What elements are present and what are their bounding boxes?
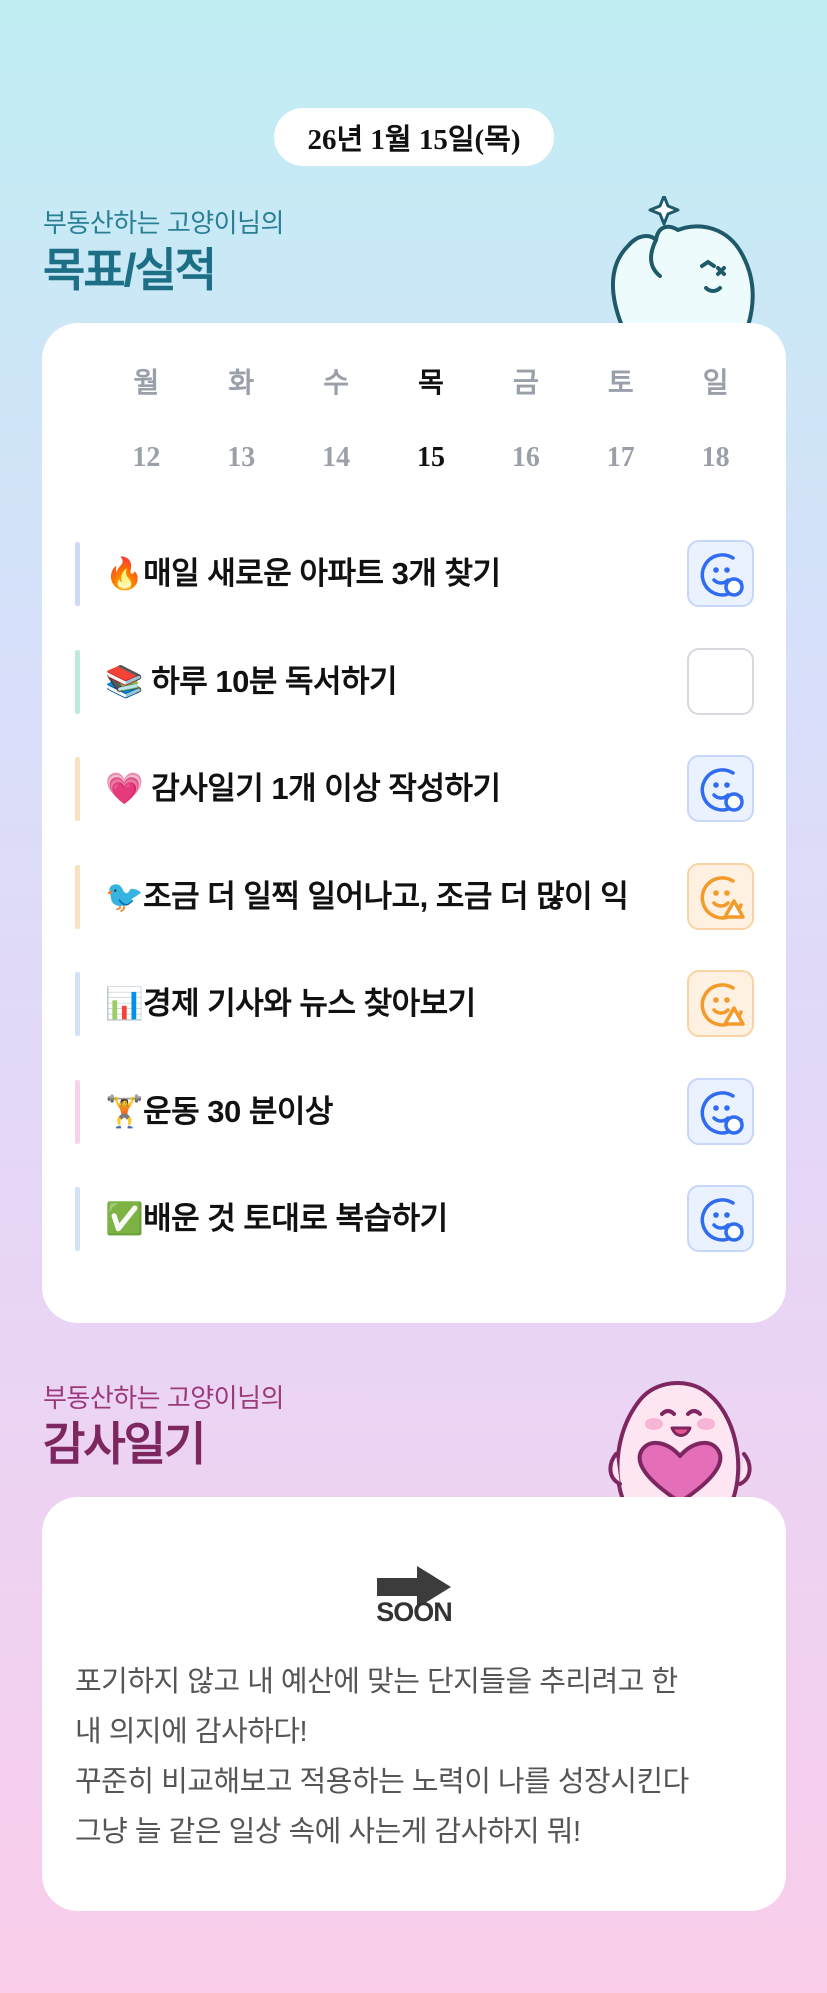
weekday-tue[interactable]: 화 [194, 363, 289, 405]
smile-face-check-icon [700, 1198, 744, 1242]
goal-item[interactable]: 🔥매일 새로운 아파트 3개 찾기 [75, 540, 755, 608]
goal-color-bar [75, 1079, 80, 1144]
goals-card: 월 화 수 목 금 토 일 12 13 14 15 16 17 18 🔥매일 새… [42, 323, 786, 1323]
diary-title: 감사일기 [43, 1418, 206, 1470]
weekday-thu[interactable]: 목 [384, 363, 479, 405]
goal-color-bar [75, 757, 80, 821]
goal-text: 📚 하루 10분 독서하기 [105, 663, 398, 699]
weekday-wed[interactable]: 수 [289, 363, 384, 405]
goals-title: 목표/실적 [43, 244, 217, 296]
goal-checkbox[interactable] [687, 862, 754, 930]
date-17[interactable]: 17 [573, 437, 668, 479]
smile-face-warning-icon [700, 875, 745, 920]
smile-face-check-icon [700, 553, 744, 597]
goal-color-bar [75, 649, 80, 714]
goal-color-bar [75, 864, 80, 929]
goal-text: 📊경제 기사와 뉴스 찾아보기 [105, 986, 476, 1021]
diary-line: 포기하지 않고 내 예산에 맞는 단지들을 추리려고 한 [75, 1666, 678, 1698]
date-row: 12 13 14 15 16 17 18 [99, 437, 763, 479]
weekday-sat[interactable]: 토 [573, 363, 668, 405]
weekday-row: 월 화 수 목 금 토 일 [99, 363, 763, 405]
diary-card: SOON 포기하지 않고 내 예산에 맞는 단지들을 추리려고 한 내 의지에 … [42, 1497, 786, 1911]
smile-face-check-icon [700, 1090, 744, 1135]
smile-face-warning-icon [700, 983, 745, 1027]
goal-item[interactable]: 🏋운동 30 분이상 [75, 1077, 755, 1146]
goal-item[interactable]: 💗 감사일기 1개 이상 작성하기 [75, 755, 755, 823]
goal-text: 🐦조금 더 일찍 일어나고, 조금 더 많이 익 [105, 878, 629, 914]
cat-mascot-icon [611, 196, 755, 326]
diary-line: 그냥 늘 같은 일상 속에 사는게 감사하지 뭐! [75, 1816, 581, 1848]
date-13[interactable]: 13 [194, 437, 289, 479]
goal-checkbox[interactable] [687, 647, 754, 715]
date-label: 26년 1월 15일(목) [307, 124, 521, 156]
heart-cat-mascot-icon [608, 1380, 752, 1502]
goal-item[interactable]: ✅배운 것 토대로 복습하기 [75, 1185, 755, 1253]
goal-checkbox[interactable] [687, 1185, 754, 1252]
goal-color-bar [75, 542, 80, 606]
goal-checkbox[interactable] [687, 970, 754, 1037]
weekday-fri[interactable]: 금 [478, 363, 573, 405]
date-12[interactable]: 12 [99, 437, 194, 479]
date-14[interactable]: 14 [289, 437, 384, 479]
diary-line: 내 의지에 감사하다! [75, 1716, 308, 1748]
goal-color-bar [75, 1187, 80, 1251]
goal-text: 🏋운동 30 분이상 [105, 1093, 333, 1129]
smile-face-check-icon [700, 768, 744, 812]
goal-item[interactable]: 🐦조금 더 일찍 일어나고, 조금 더 많이 익 [75, 862, 755, 931]
goal-text: ✅배운 것 토대로 복습하기 [105, 1201, 448, 1236]
soon-label: SOON [376, 1597, 453, 1627]
date-pill[interactable]: 26년 1월 15일(목) [274, 108, 554, 166]
week-calendar: 월 화 수 목 금 토 일 12 13 14 15 16 17 18 [99, 363, 763, 479]
date-15[interactable]: 15 [384, 437, 479, 479]
weekday-mon[interactable]: 월 [99, 363, 194, 405]
goal-checkbox[interactable] [687, 1077, 754, 1145]
date-16[interactable]: 16 [478, 437, 573, 479]
goal-checkbox[interactable] [687, 540, 754, 607]
goal-item[interactable]: 📊경제 기사와 뉴스 찾아보기 [75, 970, 755, 1038]
goal-item[interactable]: 📚 하루 10분 독서하기 [75, 647, 755, 716]
diary-line: 꾸준히 비교해보고 적용하는 노력이 나를 성장시킨다 [75, 1766, 689, 1798]
goal-text: 🔥매일 새로운 아파트 3개 찾기 [105, 556, 501, 591]
diary-entry: 포기하지 않고 내 예산에 맞는 단지들을 추리려고 한 내 의지에 감사하다!… [75, 1657, 765, 1857]
weekday-sun[interactable]: 일 [668, 363, 763, 405]
goal-checkbox[interactable] [687, 755, 754, 822]
goal-text: 💗 감사일기 1개 이상 작성하기 [105, 771, 501, 806]
goal-color-bar [75, 972, 80, 1036]
date-18[interactable]: 18 [668, 437, 763, 479]
